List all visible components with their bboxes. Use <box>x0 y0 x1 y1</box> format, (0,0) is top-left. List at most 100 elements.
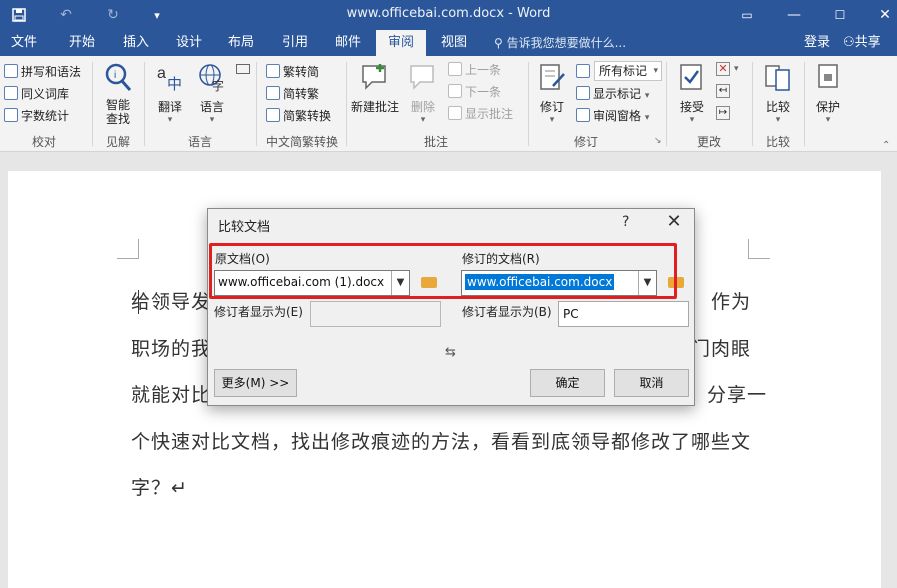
label-changes-right-label: 修订者显示为(B) <box>462 305 552 319</box>
tab-insert[interactable]: 插入 <box>112 30 160 56</box>
svg-text:a: a <box>157 65 166 82</box>
accept-icon <box>680 64 702 90</box>
tab-design[interactable]: 设计 <box>165 30 213 56</box>
help-icon[interactable]: ? <box>622 214 629 230</box>
next-comment-button[interactable]: 下一条 <box>448 82 501 102</box>
text-cursor <box>138 290 139 314</box>
svg-text:字: 字 <box>212 78 224 92</box>
document-text-line: 职场的我 <box>131 338 212 360</box>
new-comment-button[interactable]: 新建批注 <box>348 62 402 115</box>
close-icon[interactable]: ✕ <box>873 4 897 26</box>
maximize-icon[interactable]: ☐ <box>828 4 852 26</box>
next-change-icon[interactable]: ↦ <box>716 106 730 120</box>
group-divider <box>144 62 145 146</box>
group-label-chinese-conversion: 中文简繁转换 <box>265 135 338 149</box>
spelling-grammar-button[interactable]: 拼写和语法 <box>4 62 81 82</box>
reject-icon[interactable]: ✕ <box>716 62 730 76</box>
compare-icon <box>765 65 790 91</box>
show-markup-button[interactable]: 显示标记 ▾ <box>576 84 649 104</box>
label-changes-left-input[interactable] <box>310 301 441 327</box>
ime-icon[interactable] <box>236 64 250 74</box>
label-changes-right-input[interactable]: PC <box>558 301 689 327</box>
thesaurus-icon <box>4 86 18 100</box>
translate-icon: a中 <box>157 65 182 93</box>
simp-to-trad-icon <box>266 86 280 100</box>
word-count-button[interactable]: 字数统计 <box>4 106 69 126</box>
sign-in-link[interactable]: 登录 <box>804 30 830 56</box>
crop-mark <box>748 239 770 259</box>
accept-button[interactable]: 接受 ▾ <box>672 62 712 125</box>
ribbon: 拼写和语法 同义词库 字数统计 校对 i 智能 查找 见解 a中 翻译 ▾ 字 … <box>0 56 897 152</box>
markup-icon <box>576 64 590 78</box>
document-text-line: 分享一 <box>707 384 768 406</box>
more-button[interactable]: 更多(M) >> <box>214 369 297 397</box>
show-markup-icon <box>576 86 590 100</box>
tab-file[interactable]: 文件 <box>0 30 48 56</box>
reject-dropdown-icon[interactable]: ▾ <box>734 64 739 74</box>
word-count-icon <box>4 108 18 122</box>
previous-change-icon[interactable]: ↤ <box>716 84 730 98</box>
tab-view[interactable]: 视图 <box>430 30 478 56</box>
label-changes-left-label: 修订者显示为(E) <box>214 305 303 319</box>
smart-lookup-button[interactable]: i 智能 查找 <box>98 62 138 126</box>
collapse-ribbon-icon[interactable]: ⌃ <box>882 140 890 151</box>
swap-icon[interactable]: ⇆ <box>445 345 456 360</box>
simp-to-trad-button[interactable]: 简转繁 <box>266 84 319 104</box>
tab-mailings[interactable]: 邮件 <box>324 30 372 56</box>
ribbon-tabs: 文件 开始 插入 设计 布局 引用 邮件 审阅 视图 ⚲ 告诉我您想要做什么..… <box>0 30 897 56</box>
document-text-line: 就能对比 <box>131 384 212 406</box>
thesaurus-button[interactable]: 同义词库 <box>4 84 69 104</box>
chinese-conversion-icon <box>266 108 280 122</box>
group-label-tracking: 修订 <box>573 135 598 149</box>
markup-dropdown[interactable]: 所有标记 ▾ <box>594 61 662 81</box>
title-bar: ↶ ↻ ▾ www.officebai.com.docx - Word ▭ — … <box>0 0 897 30</box>
document-text-line: 字？↵ <box>131 477 188 499</box>
delete-comment-button[interactable]: 删除 ▾ <box>404 62 442 125</box>
tab-home[interactable]: 开始 <box>58 30 106 56</box>
tab-review[interactable]: 审阅 <box>376 30 426 56</box>
highlight-box <box>209 243 677 299</box>
protect-button[interactable]: 保护 ▾ <box>808 62 848 125</box>
cancel-button[interactable]: 取消 <box>614 369 689 397</box>
document-text-line: 个快速对比文档，找出修改痕迹的方法，看看到底领导都修改了哪些文 <box>131 431 752 453</box>
group-label-proofing: 校对 <box>31 135 56 149</box>
chinese-conversion-button[interactable]: 简繁转换 <box>266 106 331 126</box>
show-comments-icon <box>448 106 462 120</box>
tab-references[interactable]: 引用 <box>271 30 319 56</box>
reviewing-pane-icon <box>576 108 590 122</box>
next-comment-icon <box>448 84 462 98</box>
group-divider <box>752 62 753 146</box>
tab-layout[interactable]: 布局 <box>217 30 265 56</box>
tell-me-box[interactable]: ⚲ 告诉我您想要做什么... <box>494 30 626 56</box>
track-changes-icon <box>540 64 565 90</box>
share-button[interactable]: ⚇共享 <box>843 30 881 56</box>
crop-mark <box>117 239 139 259</box>
minimize-icon[interactable]: — <box>782 4 806 26</box>
lightbulb-icon: ⚲ <box>494 36 507 50</box>
spelling-icon <box>4 64 18 78</box>
dialog-close-icon[interactable]: ✕ <box>660 211 688 233</box>
track-changes-button[interactable]: 修订 ▾ <box>532 62 572 125</box>
svg-text:中: 中 <box>167 75 182 92</box>
ribbon-display-icon[interactable]: ▭ <box>735 4 759 26</box>
protect-icon <box>818 64 838 88</box>
group-label-comments: 批注 <box>423 135 448 149</box>
compare-documents-dialog: 比较文档 ? ✕ 原文档(O) www.officebai.com (1).do… <box>207 208 695 406</box>
document-text-line: 门肉眼 <box>691 338 752 360</box>
compare-button[interactable]: 比较 ▾ <box>758 62 798 125</box>
previous-comment-button[interactable]: 上一条 <box>448 60 501 80</box>
reviewing-pane-button[interactable]: 审阅窗格 ▾ <box>576 106 649 126</box>
group-label-insights: 见解 <box>105 135 130 149</box>
language-button[interactable]: 字 语言 ▾ <box>192 62 232 125</box>
group-divider <box>666 62 667 146</box>
trad-to-simp-button[interactable]: 繁转简 <box>266 62 319 82</box>
ok-button[interactable]: 确定 <box>530 369 605 397</box>
group-divider <box>92 62 93 146</box>
show-comments-button[interactable]: 显示批注 <box>448 104 513 124</box>
dialog-launcher-icon[interactable]: ↘ <box>654 136 662 146</box>
group-divider <box>528 62 529 146</box>
document-text-line: 作为 <box>711 291 752 313</box>
person-icon: ⚇ <box>843 35 855 50</box>
new-comment-icon <box>362 64 386 90</box>
translate-button[interactable]: a中 翻译 ▾ <box>150 62 190 125</box>
